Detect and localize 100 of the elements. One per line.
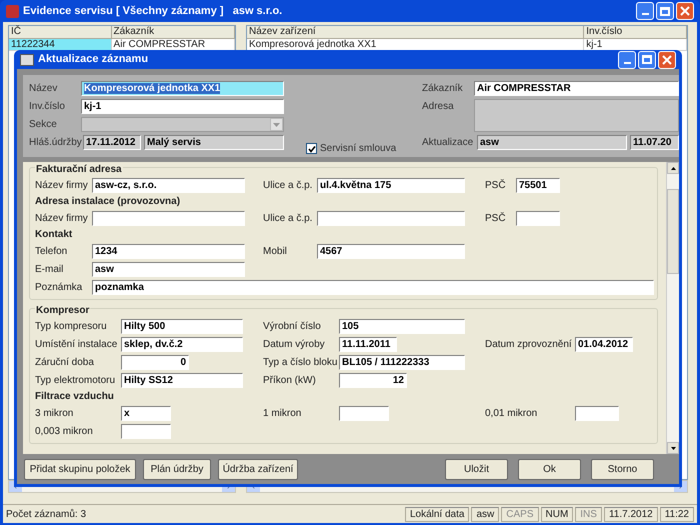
- close-icon: [680, 6, 690, 16]
- scroll-thumb[interactable]: [667, 189, 679, 274]
- field-label: Příkon (kW): [263, 374, 317, 388]
- text-field[interactable]: [121, 424, 171, 438]
- vertical-scrollbar[interactable]: [666, 162, 679, 454]
- table-cell[interactable]: Air COMPRESSTAR: [112, 39, 235, 51]
- subsection-heading: Kontakt: [35, 228, 72, 242]
- field-label: 3 mikron: [35, 406, 74, 420]
- text-field[interactable]: Kompresorová jednotka XX1: [81, 81, 284, 96]
- column-header[interactable]: Název zařízení: [247, 26, 584, 39]
- field-label: Datum výroby: [263, 338, 326, 352]
- scroll-up-button[interactable]: [667, 162, 679, 174]
- field-label: Aktualizace: [422, 136, 474, 150]
- app-icon: [6, 4, 19, 18]
- minimize-button[interactable]: [618, 50, 636, 68]
- text-field[interactable]: [339, 406, 389, 420]
- text-field[interactable]: poznamka: [92, 280, 654, 294]
- field-label: Mobil: [263, 244, 288, 258]
- text-field[interactable]: ul.4.května 175: [317, 178, 465, 192]
- field-label: PSČ: [485, 178, 507, 192]
- text-field[interactable]: 01.04.2012: [575, 336, 633, 352]
- text-field[interactable]: [575, 406, 619, 420]
- status-panel: NUM: [540, 506, 574, 522]
- text-field[interactable]: 75501: [516, 178, 560, 192]
- field-label: Typ elektromotoru: [35, 374, 116, 388]
- field-label: PSČ: [485, 211, 507, 226]
- action-button[interactable]: Údržba zařízení: [218, 458, 298, 480]
- text-field[interactable]: [516, 210, 560, 226]
- text-field[interactable]: sklep, dv.č.2: [121, 336, 243, 352]
- text-field[interactable]: asw-cz, s.r.o.: [92, 178, 245, 192]
- close-button[interactable]: [658, 50, 676, 68]
- window-title: Aktualizace záznamu: [38, 52, 148, 68]
- field-label: Datum zprovoznění: [485, 338, 573, 352]
- column-header[interactable]: Zákazník: [112, 26, 235, 39]
- text-field[interactable]: asw: [92, 262, 245, 276]
- field-label: Název firmy: [35, 212, 89, 226]
- text-field[interactable]: [92, 210, 245, 226]
- field-label: Výrobní číslo: [263, 320, 322, 334]
- up-arrow-icon: [670, 166, 676, 170]
- column-header[interactable]: IČ: [9, 26, 112, 39]
- text-field[interactable]: 0: [121, 354, 189, 370]
- servisni-smlouva-checkbox[interactable]: Servisní smlouva: [306, 141, 402, 156]
- text-field[interactable]: BL105 / 111222333: [339, 354, 465, 370]
- maximize-button[interactable]: [638, 50, 656, 68]
- text-field[interactable]: 1234: [92, 244, 245, 258]
- window-title: Evidence servisu [ Všechny záznamy ] asw s.r.o.: [23, 4, 282, 19]
- field-label: Umístění instalace: [35, 338, 118, 352]
- dialog-button[interactable]: Ok: [518, 458, 581, 480]
- text-field[interactable]: 11.11.2011: [339, 336, 397, 352]
- table-cell[interactable]: Kompresorová jednotka XX1: [247, 39, 584, 51]
- text-field[interactable]: 105: [339, 318, 465, 334]
- text-field[interactable]: 17.11.2012: [83, 135, 141, 150]
- field-label: Inv.číslo: [29, 100, 66, 114]
- dialog-button[interactable]: Storno: [591, 458, 654, 480]
- text-field[interactable]: Air COMPRESSTAR: [474, 81, 679, 96]
- status-panel: asw: [471, 506, 500, 522]
- status-panel: Lokální data: [404, 506, 470, 522]
- field-label: E-mail: [35, 262, 64, 276]
- text-field[interactable]: Malý servis: [144, 135, 284, 150]
- field-label: Název: [29, 82, 58, 96]
- table-cell[interactable]: kj-1: [584, 39, 687, 51]
- group-title: Kompresor: [35, 303, 90, 317]
- checkbox[interactable]: [306, 143, 317, 154]
- text-field[interactable]: asw: [477, 135, 627, 150]
- scroll-down-button[interactable]: [667, 442, 679, 454]
- field-label: Telefon: [35, 244, 68, 258]
- field-label: Ulice a č.p.: [263, 212, 314, 226]
- field-label: Ulice a č.p.: [263, 178, 314, 192]
- column-header[interactable]: Inv.číslo: [584, 26, 687, 39]
- field-label: Typ a číslo bloku: [263, 356, 338, 370]
- table-cell[interactable]: 11222344: [9, 39, 112, 51]
- text-field[interactable]: Hilty SS12: [121, 372, 243, 388]
- maximize-button[interactable]: [656, 2, 674, 20]
- field-label: Typ kompresoru: [35, 320, 108, 334]
- field-label: 0,003 mikron: [35, 424, 94, 438]
- status-panel: 11:22: [660, 506, 694, 522]
- action-button[interactable]: Přidat skupinu položek: [24, 458, 136, 480]
- field-label: Název firmy: [35, 178, 89, 192]
- status-panel: CAPS: [501, 506, 538, 522]
- status-panel: INS: [575, 506, 602, 522]
- text-field[interactable]: x: [121, 406, 171, 420]
- text-field[interactable]: 4567: [317, 244, 465, 258]
- field-label: Sekce: [29, 118, 58, 132]
- field-label: Zákazník: [422, 82, 464, 96]
- dialog-button[interactable]: Uložit: [445, 458, 508, 480]
- down-arrow-icon: [670, 446, 676, 450]
- selected-text: Kompresorová jednotka XX1: [84, 83, 220, 94]
- close-button[interactable]: [676, 2, 694, 20]
- field-label: Poznámka: [35, 280, 84, 294]
- text-field[interactable]: Hilty 500: [121, 318, 243, 334]
- field-label: 1 mikron: [263, 406, 302, 420]
- action-button[interactable]: Plán údržby: [143, 458, 211, 480]
- minimize-button[interactable]: [636, 2, 654, 20]
- subsection-heading: Filtrace vzduchu: [35, 390, 114, 404]
- subsection-heading: Adresa instalace (provozovna): [35, 195, 180, 209]
- text-field[interactable]: 11.07.20: [630, 135, 679, 150]
- text-field[interactable]: kj-1: [81, 99, 284, 114]
- text-field[interactable]: [317, 210, 465, 226]
- field-label: 0,01 mikron: [485, 406, 538, 420]
- text-field[interactable]: 12: [339, 372, 407, 388]
